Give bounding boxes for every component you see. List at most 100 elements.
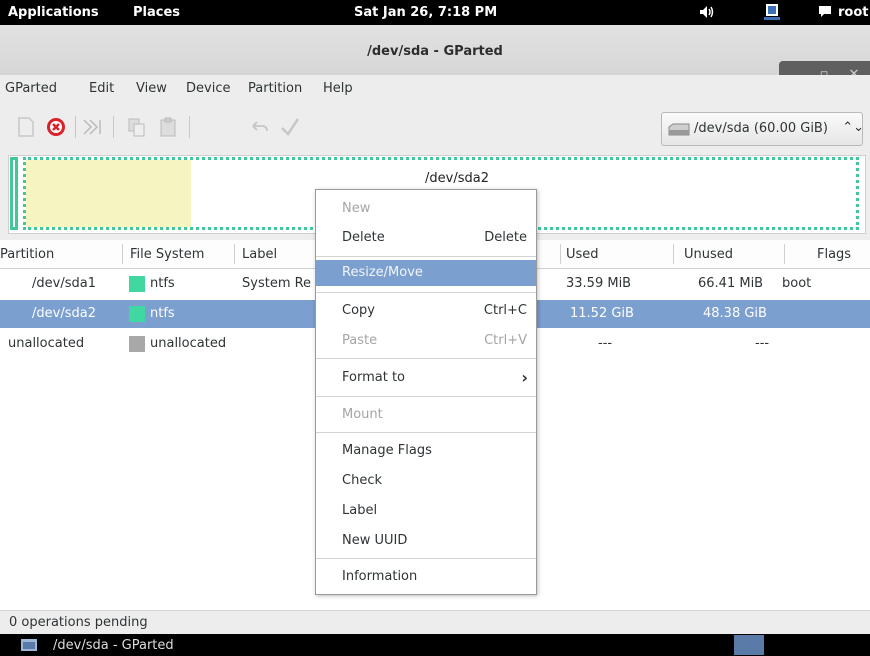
- menu-item-check[interactable]: Check: [316, 468, 536, 494]
- menu-item-label: Resize/Move: [342, 265, 423, 280]
- menu-item-new[interactable]: New: [316, 196, 536, 222]
- partition-block-label: /dev/sda2: [425, 171, 489, 186]
- menu-item-shortcut: Ctrl+V: [484, 333, 527, 348]
- toolbar: /dev/sda (60.00 GiB) ⌃⌄: [0, 102, 870, 150]
- cell-unused: ---: [755, 336, 770, 351]
- menu-item-label[interactable]: Label: [316, 498, 536, 524]
- window-list-icon: [21, 639, 37, 651]
- menu-separator: [316, 558, 536, 559]
- menu-item-delete[interactable]: Delete Delete: [316, 225, 536, 251]
- menu-separator: [316, 432, 536, 433]
- places-menu[interactable]: Places: [133, 5, 180, 20]
- volume-icon[interactable]: [698, 3, 716, 21]
- menu-separator: [316, 256, 536, 257]
- used-space-bar: [26, 160, 191, 227]
- menu-item-label-text: Label: [342, 503, 378, 518]
- menu-device[interactable]: Device: [186, 81, 230, 96]
- menu-item-mount[interactable]: Mount: [316, 402, 536, 428]
- column-unused[interactable]: Unused: [684, 247, 733, 262]
- column-used[interactable]: Used: [566, 247, 599, 262]
- column-separator[interactable]: [560, 244, 561, 264]
- clock[interactable]: Sat Jan 26, 7:18 PM: [354, 5, 497, 20]
- column-separator[interactable]: [122, 244, 123, 264]
- menu-item-manage-flags[interactable]: Manage Flags: [316, 438, 536, 464]
- menu-separator: [316, 292, 536, 293]
- menu-item-label: Mount: [342, 407, 383, 422]
- column-filesystem[interactable]: File System: [130, 247, 204, 262]
- cell-unused: 48.38 GiB: [703, 306, 767, 321]
- paste-icon[interactable]: [158, 116, 180, 138]
- menu-separator: [316, 396, 536, 397]
- column-separator[interactable]: [784, 244, 785, 264]
- cell-partition: unallocated: [8, 336, 85, 351]
- menu-item-label: Delete: [342, 230, 385, 245]
- partition-context-menu: New Delete Delete Resize/Move Copy Ctrl+…: [315, 189, 537, 595]
- chevron-right-icon: ›: [521, 368, 528, 387]
- menu-edit[interactable]: Edit: [89, 81, 114, 96]
- menu-item-label: New UUID: [342, 533, 408, 548]
- fs-color-swatch: [129, 276, 145, 292]
- resize-move-icon[interactable]: [81, 116, 103, 138]
- toolbar-separator: [75, 116, 76, 138]
- toolbar-separator: [113, 116, 114, 138]
- cell-filesystem: ntfs: [150, 306, 175, 321]
- cell-filesystem: ntfs: [150, 276, 175, 291]
- menu-item-label: Check: [342, 473, 382, 488]
- workspace-switcher[interactable]: [734, 635, 764, 655]
- cell-label: System Re: [242, 276, 312, 291]
- menu-bar: GParted Edit View Device Partition Help: [0, 75, 870, 102]
- chat-icon[interactable]: [818, 5, 832, 18]
- menu-view[interactable]: View: [136, 81, 167, 96]
- menu-item-paste[interactable]: Paste Ctrl+V: [316, 328, 536, 354]
- menu-item-label: Copy: [342, 303, 375, 318]
- cell-partition: /dev/sda2: [32, 306, 96, 321]
- status-bar: 0 operations pending: [0, 610, 870, 635]
- window-titlebar[interactable]: /dev/sda - GParted _ ▫ ✕: [0, 25, 870, 88]
- device-selector[interactable]: /dev/sda (60.00 GiB) ⌃⌄: [661, 112, 864, 146]
- menu-item-label: Information: [342, 569, 418, 584]
- user-status-icon[interactable]: [763, 3, 781, 21]
- fs-color-swatch: [129, 336, 145, 352]
- column-partition[interactable]: Partition: [0, 247, 54, 262]
- column-separator[interactable]: [234, 244, 235, 264]
- applications-menu[interactable]: Applications: [8, 5, 99, 20]
- cell-used: ---: [598, 336, 613, 351]
- undo-icon[interactable]: [248, 116, 270, 138]
- menu-item-shortcut: Ctrl+C: [483, 303, 527, 318]
- taskbar-window-button[interactable]: /dev/sda - GParted: [53, 638, 174, 653]
- new-partition-icon[interactable]: [15, 116, 37, 138]
- device-label: /dev/sda (60.00 GiB): [694, 121, 828, 136]
- partition-block-sda1[interactable]: [10, 157, 18, 230]
- cell-filesystem: unallocated: [150, 336, 227, 351]
- column-flags[interactable]: Flags: [817, 247, 851, 262]
- menu-item-shortcut: Delete: [484, 230, 527, 245]
- status-text: 0 operations pending: [9, 615, 148, 630]
- menu-item-format-to[interactable]: Format to ›: [316, 365, 536, 391]
- menu-item-resize-move[interactable]: Resize/Move: [316, 260, 536, 286]
- cell-partition: /dev/sda1: [32, 276, 96, 291]
- column-label[interactable]: Label: [242, 247, 277, 262]
- cell-used: 11.52 GiB: [570, 306, 634, 321]
- column-separator[interactable]: [673, 244, 674, 264]
- menu-gparted[interactable]: GParted: [5, 81, 57, 96]
- menu-item-information[interactable]: Information: [316, 564, 536, 590]
- menu-item-label: Manage Flags: [342, 443, 432, 458]
- menu-help[interactable]: Help: [323, 81, 353, 96]
- menu-item-label: Paste: [342, 333, 378, 348]
- delete-partition-icon[interactable]: [45, 116, 67, 138]
- cell-unused: 66.41 MiB: [698, 276, 764, 291]
- hard-disk-icon: [668, 123, 690, 136]
- apply-icon[interactable]: [279, 116, 301, 138]
- menu-partition[interactable]: Partition: [248, 81, 302, 96]
- user-menu[interactable]: root: [838, 5, 869, 20]
- copy-icon[interactable]: [126, 116, 148, 138]
- menu-item-label: New: [342, 201, 371, 216]
- menu-item-copy[interactable]: Copy Ctrl+C: [316, 298, 536, 324]
- menu-item-new-uuid[interactable]: New UUID: [316, 528, 536, 554]
- menu-separator: [316, 358, 536, 359]
- window-title: /dev/sda - GParted: [367, 44, 503, 59]
- dropdown-arrows-icon: ⌃⌄: [842, 120, 864, 135]
- toolbar-separator: [189, 116, 190, 138]
- menu-item-label: Format to: [342, 370, 405, 385]
- cell-used: 33.59 MiB: [566, 276, 632, 291]
